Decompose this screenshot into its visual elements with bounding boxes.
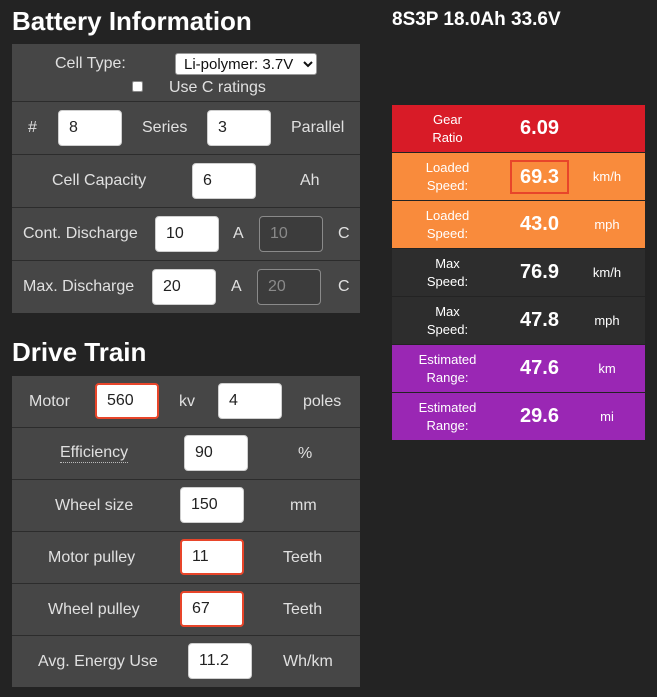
result-unit: km/h xyxy=(592,169,622,184)
series-input[interactable] xyxy=(58,110,122,146)
max-discharge-amps-input[interactable] xyxy=(152,269,216,305)
wheel-size-label: Wheel size xyxy=(55,497,134,514)
cell-type-label: Cell Type: xyxy=(55,55,126,72)
result-value: 6.09 xyxy=(520,117,559,139)
cont-discharge-amps-input[interactable] xyxy=(155,216,219,252)
use-c-ratings-checkbox[interactable] xyxy=(132,81,143,92)
result-value: 69.3 xyxy=(510,159,569,194)
result-loaded-speed-kmh: Loaded Speed: 69.3 km/h xyxy=(392,153,645,201)
result-max-speed-mph: Max Speed: 47.8 mph xyxy=(392,297,645,345)
cells-row: # Series Parallel xyxy=(12,102,360,155)
max-discharge-c-input xyxy=(257,269,321,305)
result-label: Max Speed: xyxy=(426,255,469,289)
wheel-pulley-row: Wheel pulley Teeth xyxy=(12,584,360,636)
result-loaded-speed-mph: Loaded Speed: 43.0 mph xyxy=(392,201,645,249)
cell-type-row: Cell Type: Li-polymer: 3.7V Use C rating… xyxy=(12,44,360,102)
cell-capacity-label: Cell Capacity xyxy=(52,172,147,189)
energy-use-input[interactable] xyxy=(188,643,252,679)
result-value: 47.6 xyxy=(520,357,559,379)
wheel-size-row: Wheel size mm xyxy=(12,480,360,532)
result-label: Loaded Speed: xyxy=(425,159,470,193)
result-unit: mph xyxy=(594,217,620,232)
parallel-input[interactable] xyxy=(207,110,271,146)
series-label: Series xyxy=(142,119,188,136)
cont-discharge-c-input xyxy=(259,216,323,252)
result-max-speed-kmh: Max Speed: 76.9 km/h xyxy=(392,249,645,297)
cell-capacity-input[interactable] xyxy=(192,163,256,199)
result-label: Loaded Speed: xyxy=(425,207,470,241)
result-value: 47.8 xyxy=(520,309,559,331)
efficiency-unit: % xyxy=(298,445,313,462)
result-range-km: Estimated Range: 47.6 km xyxy=(392,345,645,393)
battery-heading: Battery Information xyxy=(12,6,252,36)
wheel-pulley-unit: Teeth xyxy=(283,601,323,618)
result-unit: km xyxy=(598,361,616,376)
result-value: 76.9 xyxy=(520,261,559,283)
poles-label: poles xyxy=(303,393,342,410)
use-c-ratings-label: Use C ratings xyxy=(169,79,266,96)
motor-kv-input[interactable] xyxy=(95,383,159,419)
result-unit: mph xyxy=(594,313,620,328)
efficiency-row: Efficiency % xyxy=(12,428,360,480)
result-unit: km/h xyxy=(592,265,622,280)
motor-label: Motor xyxy=(29,393,70,410)
result-label: Estimated Range: xyxy=(418,351,477,385)
result-label: Max Speed: xyxy=(426,303,469,337)
motor-pulley-input[interactable] xyxy=(180,539,244,575)
wheel-pulley-label: Wheel pulley xyxy=(48,601,140,618)
max-discharge-amps-unit: A xyxy=(231,278,242,295)
cont-discharge-label: Cont. Discharge xyxy=(23,225,138,242)
result-unit xyxy=(574,105,640,152)
cell-capacity-row: Cell Capacity Ah xyxy=(12,155,360,208)
efficiency-input[interactable] xyxy=(184,435,248,471)
wheel-size-unit: mm xyxy=(290,497,317,514)
result-range-mi: Estimated Range: 29.6 mi xyxy=(392,393,645,441)
energy-use-row: Avg. Energy Use Wh/km xyxy=(12,636,360,687)
motor-pulley-row: Motor pulley Teeth xyxy=(12,532,360,584)
result-label: Gear Ratio xyxy=(432,111,463,145)
cell-count-hash: # xyxy=(28,119,37,136)
max-discharge-label: Max. Discharge xyxy=(23,278,135,295)
pack-spec-summary: 8S3P 18.0Ah 33.6V xyxy=(392,9,561,30)
battery-panel: Cell Type: Li-polymer: 3.7V Use C rating… xyxy=(12,44,360,313)
parallel-label: Parallel xyxy=(291,119,345,136)
drive-train-heading: Drive Train xyxy=(12,337,147,367)
efficiency-label[interactable]: Efficiency xyxy=(60,444,129,463)
motor-row: Motor kv poles xyxy=(12,376,360,428)
result-value: 43.0 xyxy=(520,213,559,235)
result-value: 29.6 xyxy=(520,405,559,427)
max-discharge-c-unit: C xyxy=(338,278,350,295)
wheel-size-input[interactable] xyxy=(180,487,244,523)
motor-pulley-label: Motor pulley xyxy=(48,549,136,566)
kv-label: kv xyxy=(179,393,195,410)
result-label: Estimated Range: xyxy=(418,399,477,433)
poles-input[interactable] xyxy=(218,383,282,419)
energy-use-unit: Wh/km xyxy=(283,653,333,670)
cont-discharge-row: Cont. Discharge A C xyxy=(12,208,360,261)
wheel-pulley-input[interactable] xyxy=(180,591,244,627)
motor-pulley-unit: Teeth xyxy=(283,549,323,566)
cell-capacity-unit: Ah xyxy=(300,172,320,189)
max-discharge-row: Max. Discharge A C xyxy=(12,261,360,313)
result-unit: mi xyxy=(600,409,614,424)
cont-discharge-c-unit: C xyxy=(338,225,350,242)
result-gear-ratio: Gear Ratio 6.09 xyxy=(392,105,645,153)
cell-type-select[interactable]: Li-polymer: 3.7V xyxy=(175,53,317,75)
cont-discharge-amps-unit: A xyxy=(233,225,244,242)
energy-use-label: Avg. Energy Use xyxy=(38,653,158,670)
drive-train-panel: Motor kv poles Efficiency % Wheel size m… xyxy=(12,376,360,687)
result-value-highlighted: 69.3 xyxy=(492,153,587,200)
results-table: Gear Ratio 6.09 Loaded Speed: 69.3 km/h … xyxy=(392,105,645,441)
